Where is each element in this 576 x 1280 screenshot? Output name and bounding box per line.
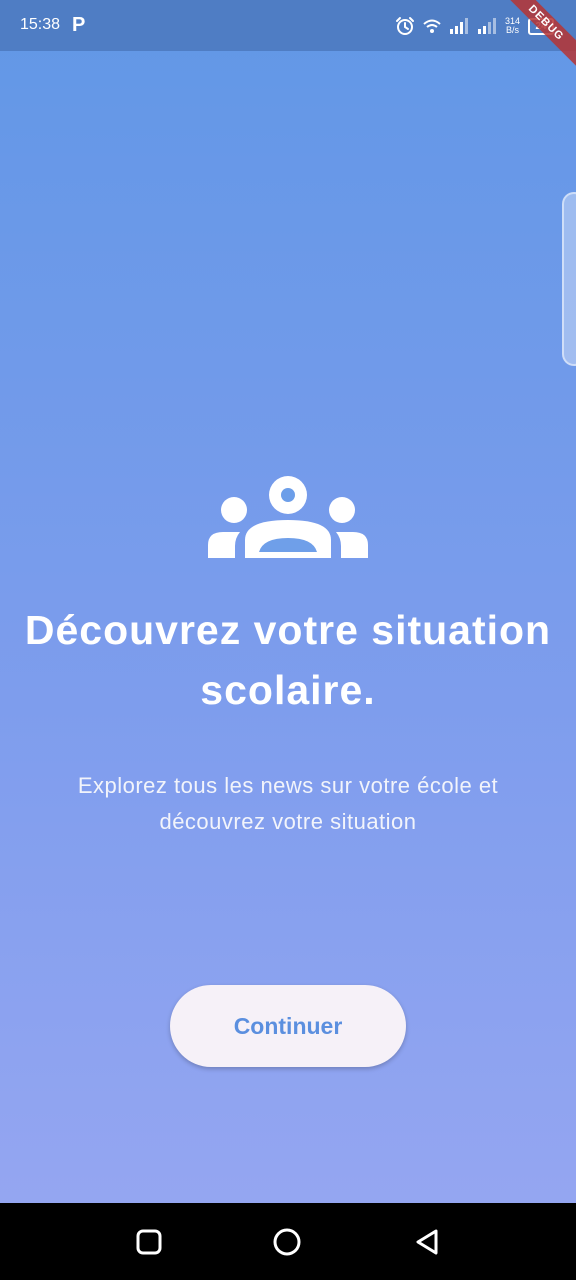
onboarding-subtitle: Explorez tous les news sur votre école e… bbox=[30, 768, 546, 840]
continue-button[interactable]: Continuer bbox=[170, 985, 406, 1067]
status-bar: 15:38 P 314 B/s DEBUG bbox=[0, 0, 576, 72]
edge-panel-handle[interactable] bbox=[562, 192, 576, 366]
circle-icon[interactable] bbox=[272, 1227, 302, 1257]
subtitle-line-2: découvrez votre situation bbox=[159, 809, 417, 834]
onboarding-title: Découvrez votre situation scolaire. bbox=[0, 600, 576, 720]
subtitle-line-1: Explorez tous les news sur votre école e… bbox=[77, 773, 499, 798]
navigation-bar bbox=[0, 1203, 576, 1280]
status-time: 15:38 bbox=[20, 16, 61, 33]
signal-icon-2 bbox=[477, 18, 496, 34]
square-icon[interactable] bbox=[134, 1227, 164, 1257]
parking-app-icon: P bbox=[72, 14, 86, 36]
back-triangle-icon[interactable] bbox=[412, 1227, 442, 1257]
alarm-icon bbox=[395, 17, 414, 35]
net-speed: 314 B/s bbox=[505, 17, 520, 35]
wifi-icon bbox=[423, 19, 441, 33]
onboarding-screen: 15:38 P 314 B/s DEBUG Découvrez votre si… bbox=[0, 0, 576, 1280]
net-speed-unit: B/s bbox=[505, 25, 519, 35]
title-line-1: Découvrez votre situation bbox=[24, 607, 552, 653]
title-line-2: scolaire. bbox=[200, 667, 376, 713]
groups-icon bbox=[208, 476, 368, 558]
signal-icon-1 bbox=[449, 18, 468, 34]
